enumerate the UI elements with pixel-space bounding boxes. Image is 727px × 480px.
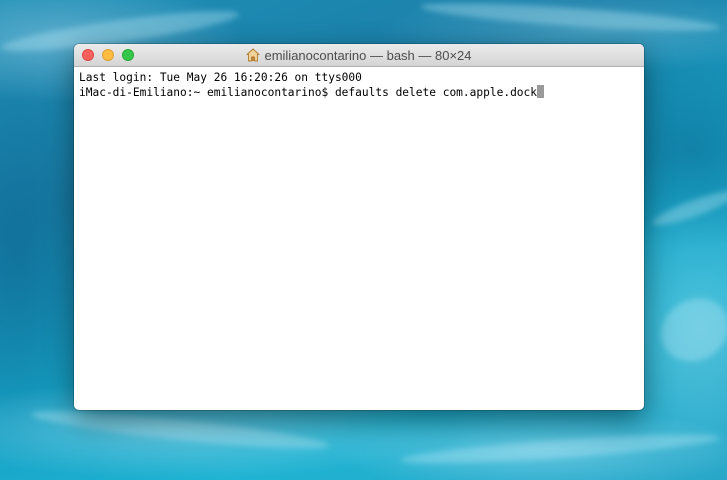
terminal-line-last-login: Last login: Tue May 26 16:20:26 on ttys0… (79, 71, 362, 84)
window-controls (82, 49, 134, 61)
home-icon (247, 48, 260, 62)
window-title: emilianocontarino — bash — 80×24 (264, 47, 472, 63)
minimize-button[interactable] (102, 49, 114, 61)
terminal-command-text: iMac-di-Emiliano:~ emilianocontarino$ de… (79, 86, 538, 99)
terminal-line-command: iMac-di-Emiliano:~ emilianocontarino$ de… (79, 85, 639, 100)
close-button[interactable] (82, 49, 94, 61)
window-titlebar[interactable]: emilianocontarino — bash — 80×24 (74, 44, 644, 67)
terminal-window[interactable]: emilianocontarino — bash — 80×24 Last lo… (74, 44, 644, 410)
maximize-button[interactable] (122, 49, 134, 61)
window-title-group: emilianocontarino — bash — 80×24 (246, 47, 472, 63)
terminal-output[interactable]: Last login: Tue May 26 16:20:26 on ttys0… (74, 67, 644, 103)
text-cursor (537, 85, 545, 98)
